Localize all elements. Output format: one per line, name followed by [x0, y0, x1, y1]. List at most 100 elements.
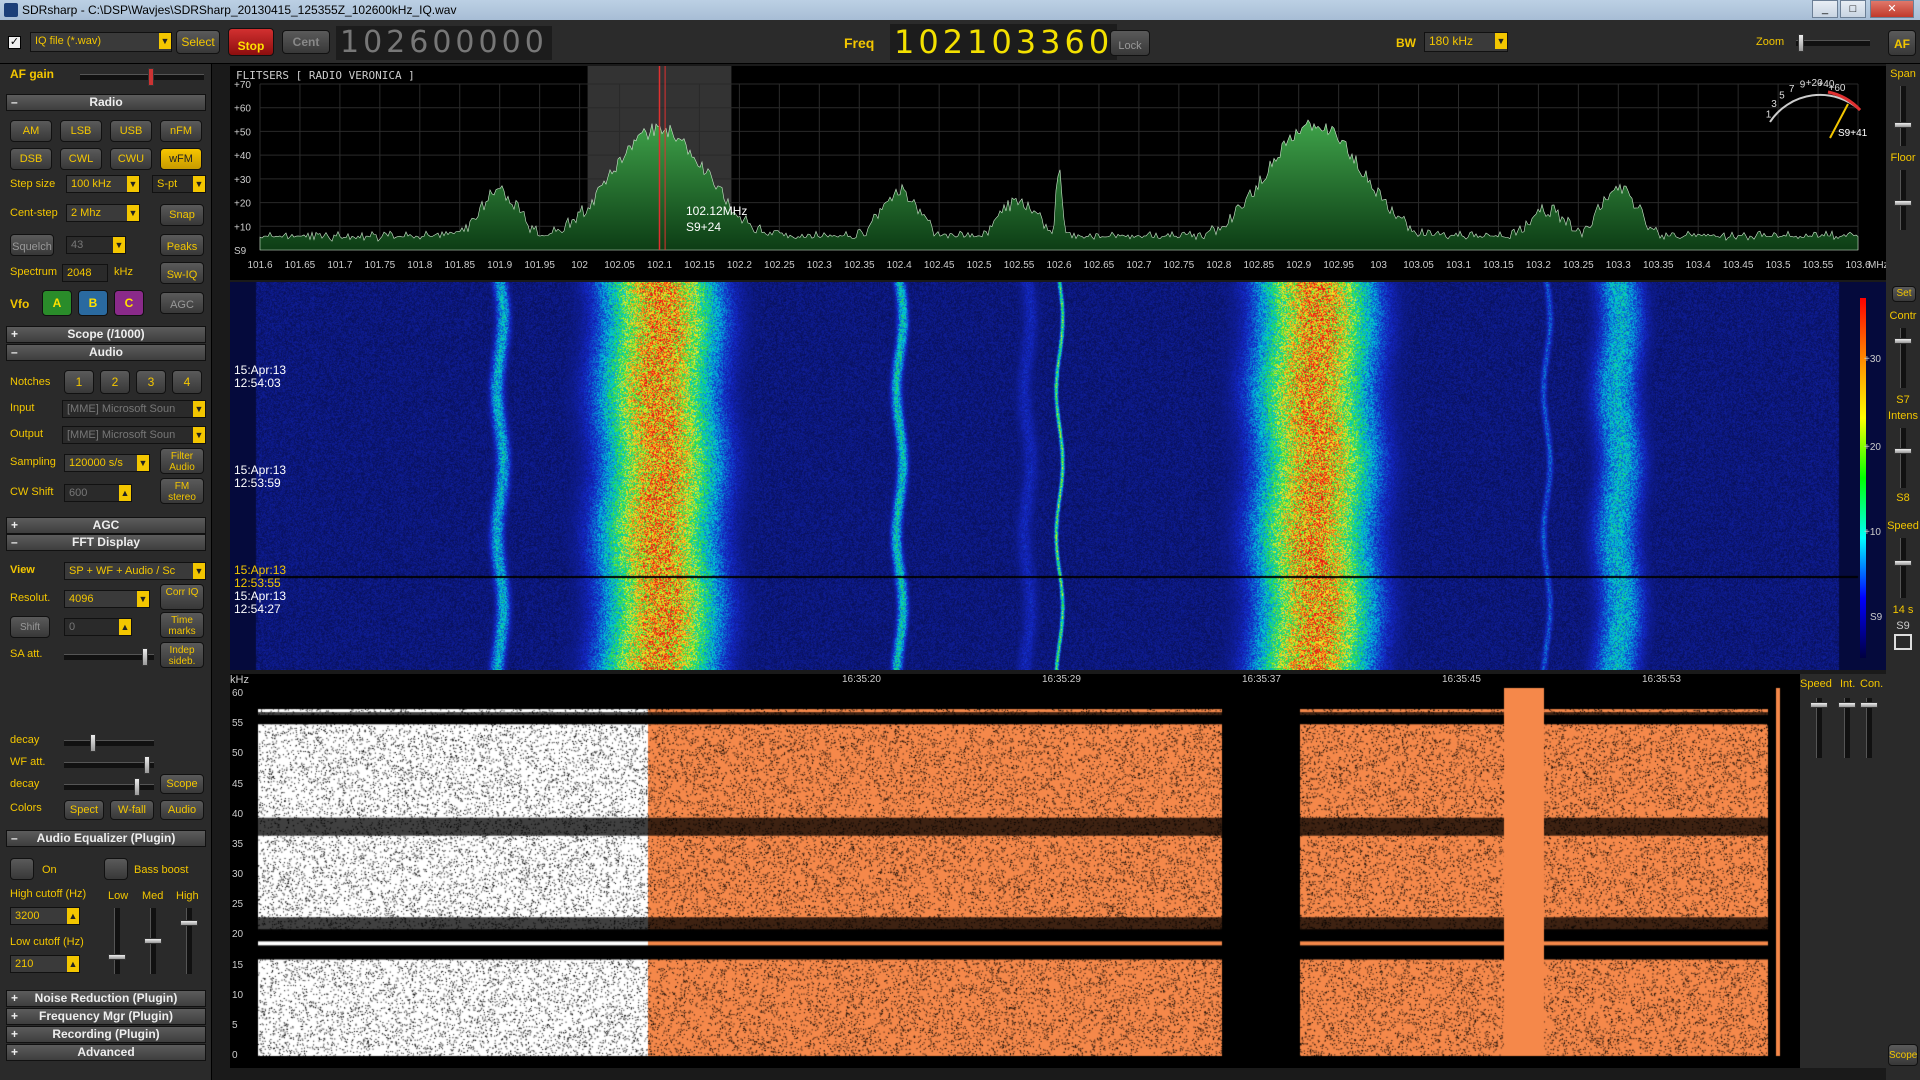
- sa-att-slider[interactable]: [64, 648, 154, 666]
- source-checkbox[interactable]: ✓: [8, 36, 21, 49]
- set-button[interactable]: Set: [1892, 286, 1916, 302]
- scope-section-header[interactable]: + Scope (/1000): [6, 326, 206, 343]
- audio-section-header[interactable]: – Audio: [6, 344, 206, 361]
- low-cutoff-value[interactable]: 210 ▲: [10, 955, 80, 973]
- spectrum-value[interactable]: 2048: [62, 264, 108, 282]
- radio-section-header[interactable]: – Radio: [6, 94, 206, 111]
- filter-audio-button[interactable]: Filter Audio: [160, 448, 204, 474]
- advanced-section-header[interactable]: + Advanced: [6, 1044, 206, 1061]
- audio-spectrogram[interactable]: kHz 60 55 50 45 40 35 30 25 20 15 10 5 0 16:35:20 16:…: [230, 674, 1800, 1068]
- sw-iq-button[interactable]: Sw-IQ: [160, 262, 204, 284]
- notch-4-button[interactable]: 4: [172, 370, 202, 394]
- step-size-combo[interactable]: 100 kHz ▼: [66, 175, 140, 193]
- center-frequency-display[interactable]: 102600000: [336, 26, 552, 60]
- eq-low-thumb[interactable]: [108, 954, 126, 960]
- input-device-combo[interactable]: [MME] Microsoft Soun ▼: [62, 400, 206, 418]
- af-gain-thumb[interactable]: [148, 68, 154, 86]
- vfo-frequency-display[interactable]: 102103360: [890, 24, 1118, 60]
- resolution-combo[interactable]: 4096 ▼: [64, 590, 150, 608]
- sa-att-thumb[interactable]: [142, 648, 148, 666]
- audio-canvas[interactable]: [230, 674, 1800, 1068]
- af-button[interactable]: AF: [1888, 30, 1916, 56]
- freqmgr-section-header[interactable]: + Frequency Mgr (Plugin): [6, 1008, 206, 1025]
- peaks-button[interactable]: Peaks: [160, 234, 204, 256]
- speed-slider[interactable]: [1894, 538, 1912, 598]
- floor-slider[interactable]: [1894, 170, 1912, 230]
- eq-high-thumb[interactable]: [180, 920, 198, 926]
- shift-value[interactable]: 0 ▲: [64, 618, 132, 636]
- speed-thumb[interactable]: [1894, 560, 1912, 566]
- mode-am-button[interactable]: AM: [10, 120, 52, 142]
- waterfall-canvas[interactable]: [230, 282, 1886, 670]
- squelch-button[interactable]: Squelch: [10, 234, 54, 256]
- select-button[interactable]: Select: [176, 30, 220, 54]
- fft-section-header[interactable]: – FFT Display: [6, 534, 206, 551]
- spect-color-button[interactable]: Spect: [64, 800, 104, 820]
- contrast-slider[interactable]: [1894, 328, 1912, 388]
- contrast-thumb[interactable]: [1894, 338, 1912, 344]
- snap-button[interactable]: Snap: [160, 204, 204, 226]
- vfo-a-button[interactable]: A: [42, 290, 72, 316]
- span-slider[interactable]: [1894, 86, 1912, 146]
- scope-button[interactable]: Scope: [160, 774, 204, 794]
- decay2-slider[interactable]: [64, 778, 154, 796]
- span-thumb[interactable]: [1894, 122, 1912, 128]
- close-button[interactable]: ✕: [1870, 0, 1914, 18]
- maximize-button[interactable]: □: [1840, 0, 1866, 18]
- spectrum-plot[interactable]: 101.6 101.65 101.7 101.75 101.8 101.85 101.9 10…: [230, 66, 1889, 280]
- view-combo[interactable]: SP + WF + Audio / Sc ▼: [64, 562, 206, 580]
- recording-section-header[interactable]: + Recording (Plugin): [6, 1026, 206, 1043]
- agc-section-header[interactable]: + AGC: [6, 517, 206, 534]
- wf-att-slider[interactable]: [64, 756, 154, 774]
- intensity-slider[interactable]: [1894, 428, 1912, 488]
- audio-color-button[interactable]: Audio: [160, 800, 204, 820]
- audio-speed-slider[interactable]: [1810, 698, 1828, 758]
- wf-att-thumb[interactable]: [144, 756, 150, 774]
- eq-on-toggle[interactable]: [10, 858, 34, 880]
- cw-shift-value[interactable]: 600 ▲: [64, 484, 132, 502]
- vfo-c-button[interactable]: C: [114, 290, 144, 316]
- eq-med-slider[interactable]: [144, 908, 162, 974]
- floor-thumb[interactable]: [1894, 200, 1912, 206]
- indep-sideb-button[interactable]: Indep sideb.: [160, 642, 204, 668]
- minimize-button[interactable]: _: [1812, 0, 1838, 18]
- eq-high-slider[interactable]: [180, 908, 198, 974]
- spectrum-display[interactable]: 101.6 101.65 101.7 101.75 101.8 101.85 101.9 10…: [230, 66, 1889, 280]
- af-gain-slider[interactable]: [80, 68, 204, 86]
- mode-dsb-button[interactable]: DSB: [10, 148, 52, 170]
- spt-combo[interactable]: S-pt ▼: [152, 175, 206, 193]
- audio-con-thumb[interactable]: [1860, 702, 1878, 708]
- bass-boost-toggle[interactable]: [104, 858, 128, 880]
- decay2-thumb[interactable]: [134, 778, 140, 796]
- mode-cwu-button[interactable]: CWU: [110, 148, 152, 170]
- eq-section-header[interactable]: – Audio Equalizer (Plugin): [6, 830, 206, 847]
- decay1-slider[interactable]: [64, 734, 154, 752]
- source-combo[interactable]: IQ file (*.wav) ▼: [30, 32, 172, 52]
- time-marks-button[interactable]: Time marks: [160, 612, 204, 638]
- output-device-combo[interactable]: [MME] Microsoft Soun ▼: [62, 426, 206, 444]
- fullscreen-icon[interactable]: [1894, 634, 1912, 650]
- mode-nfm-button[interactable]: nFM: [160, 120, 202, 142]
- zoom-slider-thumb[interactable]: [1798, 34, 1804, 52]
- agc-button[interactable]: AGC: [160, 292, 204, 314]
- audio-int-slider[interactable]: [1838, 698, 1856, 758]
- notch-1-button[interactable]: 1: [64, 370, 94, 394]
- bandwidth-combo[interactable]: 180 kHz ▼: [1424, 32, 1508, 52]
- notch-2-button[interactable]: 2: [100, 370, 130, 394]
- high-cutoff-value[interactable]: 3200 ▲: [10, 907, 80, 925]
- corr-iq-button[interactable]: Corr IQ: [160, 584, 204, 610]
- noise-section-header[interactable]: + Noise Reduction (Plugin): [6, 990, 206, 1007]
- squelch-value[interactable]: 43 ▼: [66, 236, 126, 254]
- audio-int-thumb[interactable]: [1838, 702, 1856, 708]
- vfo-b-button[interactable]: B: [78, 290, 108, 316]
- eq-low-slider[interactable]: [108, 908, 126, 974]
- mode-usb-button[interactable]: USB: [110, 120, 152, 142]
- eq-med-thumb[interactable]: [144, 938, 162, 944]
- fm-stereo-button[interactable]: FM stereo: [160, 478, 204, 504]
- cent-step-combo[interactable]: 2 Mhz ▼: [66, 204, 140, 222]
- audio-con-slider[interactable]: [1860, 698, 1878, 758]
- shift-button[interactable]: Shift: [10, 616, 50, 638]
- wfall-color-button[interactable]: W-fall: [110, 800, 154, 820]
- mode-cwl-button[interactable]: CWL: [60, 148, 102, 170]
- decay1-thumb[interactable]: [90, 734, 96, 752]
